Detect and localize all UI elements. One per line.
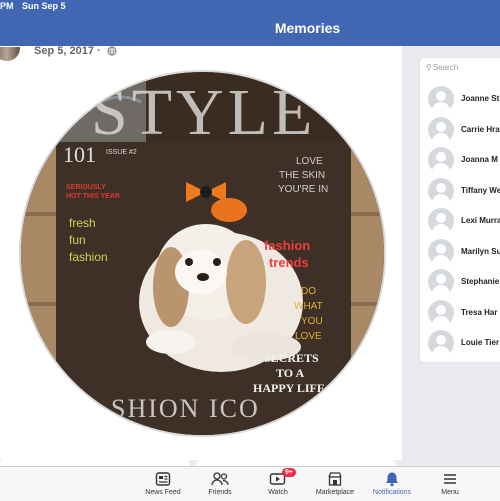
- contact-item[interactable]: Carrie Hra: [428, 117, 500, 143]
- contact-name: Tresa Har: [461, 308, 498, 317]
- top-header: PM Sun Sep 5 Memories: [0, 0, 500, 46]
- do-line-3: YOU: [301, 316, 323, 327]
- contact-name: Carrie Hra: [461, 125, 500, 134]
- tab-marketplace[interactable]: Marketplace: [307, 467, 363, 501]
- bottom-text: SHION ICO: [111, 394, 260, 423]
- red-line-1: SERIOUSLY: [66, 184, 106, 191]
- green-line-2: fun: [69, 233, 86, 247]
- green-line-1: fresh: [69, 216, 96, 230]
- search-icon: ⚲: [426, 63, 432, 72]
- page-title: Memories: [274, 20, 341, 36]
- avatar: [428, 86, 454, 112]
- issue-sub: ISSUE #2: [106, 149, 137, 156]
- news-feed-icon: [135, 471, 191, 487]
- avatar: [428, 300, 454, 326]
- bottom-tab-bar: News Feed Friends 9+ Watch Marketplace N…: [0, 466, 500, 501]
- issue-number: 101: [63, 142, 96, 167]
- avatar: [428, 178, 454, 204]
- watch-icon: [250, 471, 306, 487]
- tab-label: Menu: [441, 489, 459, 496]
- do-line-1: DO: [301, 286, 316, 297]
- tab-notifications[interactable]: Notifications: [364, 467, 420, 501]
- contact-item[interactable]: Marilyn Su: [428, 239, 500, 265]
- post-header: Sep 5, 2017 ·: [0, 45, 160, 63]
- contacts-search[interactable]: ⚲Search: [426, 63, 458, 72]
- friends-icon: [192, 471, 248, 487]
- notifications-icon: [364, 471, 420, 487]
- watch-badge: 9+: [282, 468, 296, 477]
- contact-item[interactable]: Lexi Murra: [428, 208, 500, 234]
- tab-label: Notifications: [372, 489, 412, 496]
- contact-item[interactable]: Joanne St: [428, 86, 500, 112]
- menu-icon: [422, 471, 478, 487]
- memory-photo[interactable]: STYLE 101 ISSUE #2 SERIOUSLY HOT THIS YE…: [19, 70, 386, 437]
- contact-item[interactable]: Tresa Har: [428, 300, 500, 326]
- post-date[interactable]: Sep 5, 2017 ·: [34, 45, 101, 57]
- contact-item[interactable]: Tiffany We: [428, 178, 500, 204]
- tab-label: Watch: [268, 489, 288, 496]
- status-bar: PM Sun Sep 5: [0, 1, 66, 11]
- marketplace-icon: [307, 471, 363, 487]
- red-line-2: HOT THIS YEAR: [66, 193, 120, 200]
- tab-menu[interactable]: Menu: [422, 467, 478, 501]
- avatar: [428, 239, 454, 265]
- avatar: [428, 208, 454, 234]
- tab-label: News Feed: [145, 489, 181, 496]
- tab-friends[interactable]: Friends: [192, 467, 248, 501]
- tab-label: Marketplace: [315, 489, 355, 496]
- love-line-2: THE SKIN: [279, 170, 325, 181]
- fashion-word: fashion: [264, 238, 310, 253]
- contact-name: Joanne St: [461, 94, 500, 103]
- contacts-sidebar: ⚲Search Joanne St Carrie Hra Joanna M Ti…: [420, 58, 500, 362]
- contact-name: Marilyn Su: [461, 247, 500, 256]
- secrets-line-1: SECRETS: [264, 351, 319, 365]
- contact-item[interactable]: Joanna M: [428, 147, 500, 173]
- globe-icon: [107, 46, 117, 59]
- do-line-2: WHAT: [294, 301, 323, 312]
- love-line-3: YOU'RE IN: [278, 184, 328, 195]
- avatar: [428, 269, 454, 295]
- avatar[interactable]: [0, 47, 20, 61]
- trends-word: trends: [269, 255, 309, 270]
- avatar: [428, 330, 454, 356]
- contact-name: Stephanie: [461, 277, 500, 286]
- contact-name: Joanna M: [461, 155, 498, 164]
- contact-name: Louie Tier: [461, 338, 500, 347]
- tab-watch[interactable]: 9+ Watch: [250, 467, 306, 501]
- secrets-line-2: TO A: [276, 366, 304, 380]
- contact-item[interactable]: Louie Tier: [428, 330, 500, 356]
- status-time: PM: [0, 1, 14, 11]
- secrets-line-3: HAPPY LIFE: [253, 381, 325, 395]
- status-date: Sun Sep 5: [22, 1, 66, 11]
- contact-name: Lexi Murra: [461, 216, 500, 225]
- love-line-1: LOVE: [296, 156, 323, 167]
- contact-name: Tiffany We: [461, 186, 500, 195]
- contact-item[interactable]: Stephanie: [428, 269, 500, 295]
- tab-news-feed[interactable]: News Feed: [135, 467, 191, 501]
- search-placeholder: Search: [432, 63, 459, 72]
- avatar: [428, 147, 454, 173]
- do-line-4: LOVE: [295, 331, 322, 342]
- green-line-3: fashion: [69, 250, 108, 264]
- avatar: [428, 117, 454, 143]
- tab-label: Friends: [208, 489, 232, 496]
